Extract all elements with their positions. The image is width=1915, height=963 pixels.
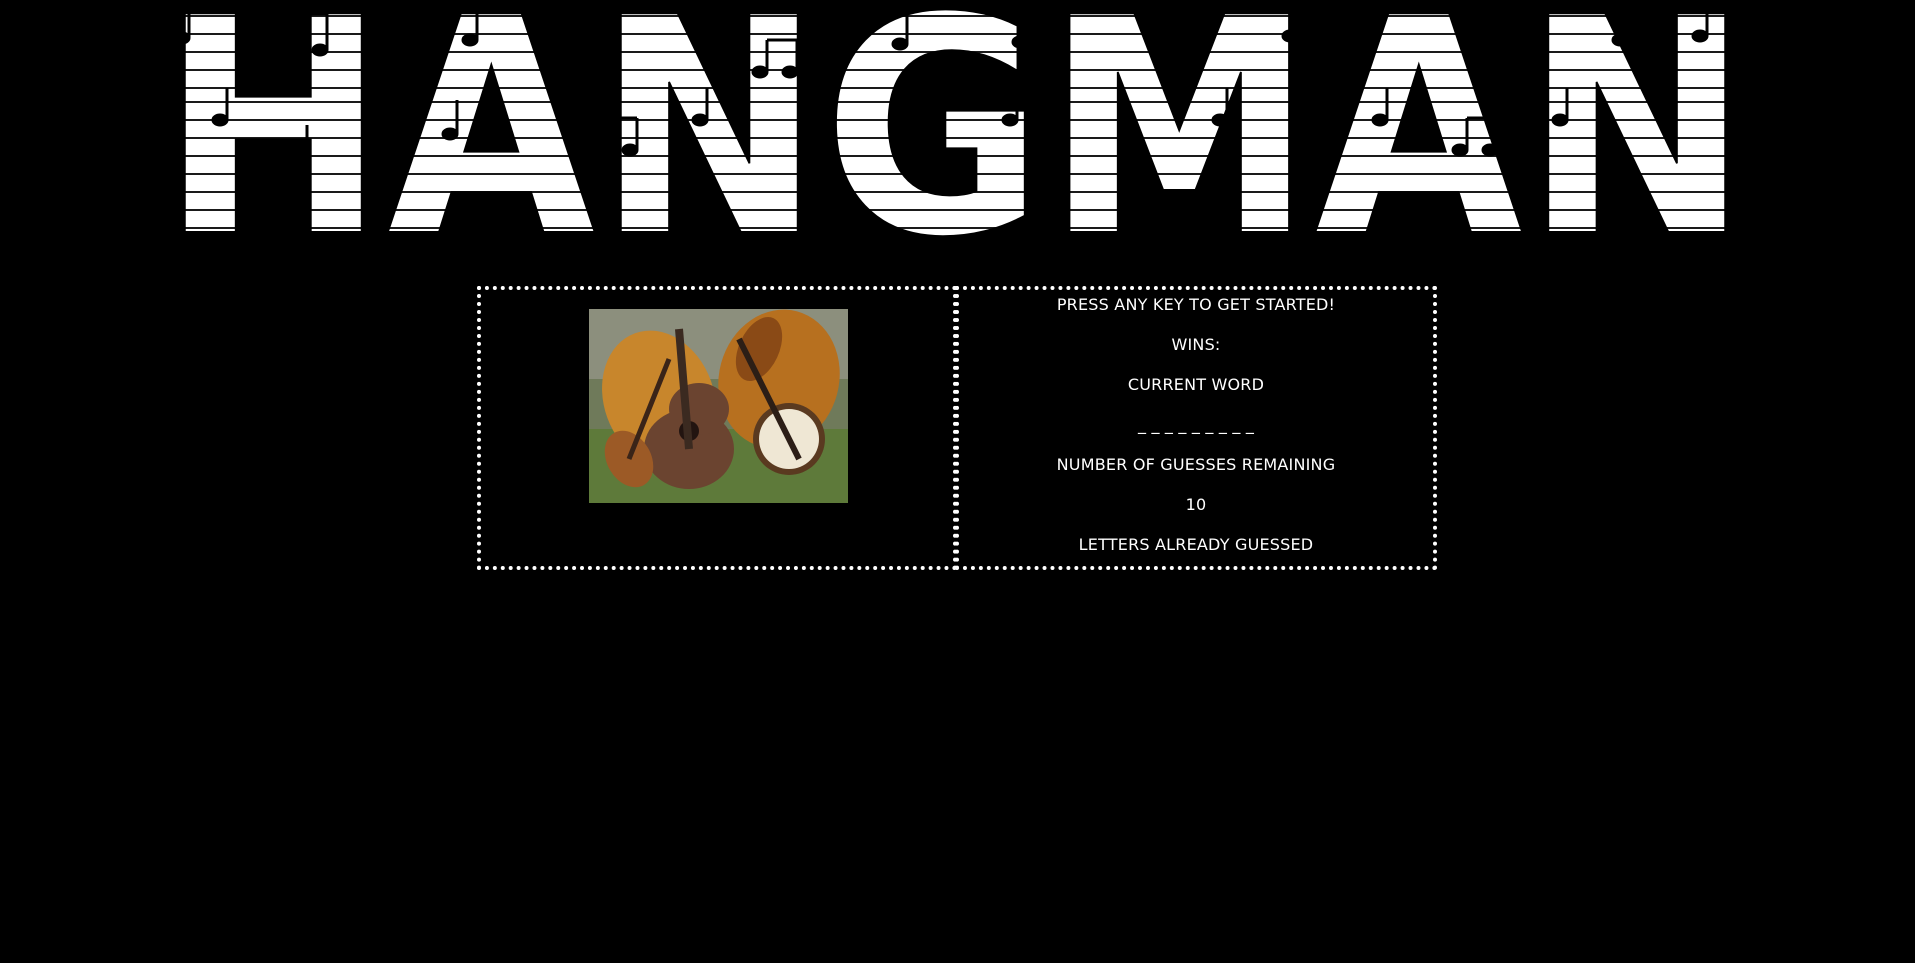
- svg-text:HANGMAN: HANGMAN: [160, 0, 1750, 238]
- guesses-remaining-label: NUMBER OF GUESSES REMAINING: [1056, 455, 1336, 474]
- hangman-title-banner: HANGMAN: [160, 0, 1750, 238]
- game-panel: PRESS ANY KEY TO GET STARTED! WINS: CURR…: [477, 286, 1437, 576]
- guesses-remaining-value: 10: [1185, 495, 1207, 514]
- letters-guessed-label: LETTERS ALREADY GUESSED: [1078, 535, 1314, 554]
- start-prompt: PRESS ANY KEY TO GET STARTED!: [1056, 295, 1336, 314]
- image-box: [477, 286, 957, 570]
- hangman-title-letters: HANGMAN: [160, 0, 1750, 238]
- instrument-photo: [589, 309, 848, 503]
- wins-label: WINS:: [1171, 335, 1221, 354]
- info-box: PRESS ANY KEY TO GET STARTED! WINS: CURR…: [955, 286, 1437, 570]
- current-word-label: CURRENT WORD: [1127, 375, 1265, 394]
- current-word-value: _ _ _ _ _ _ _ _ _: [1137, 415, 1255, 434]
